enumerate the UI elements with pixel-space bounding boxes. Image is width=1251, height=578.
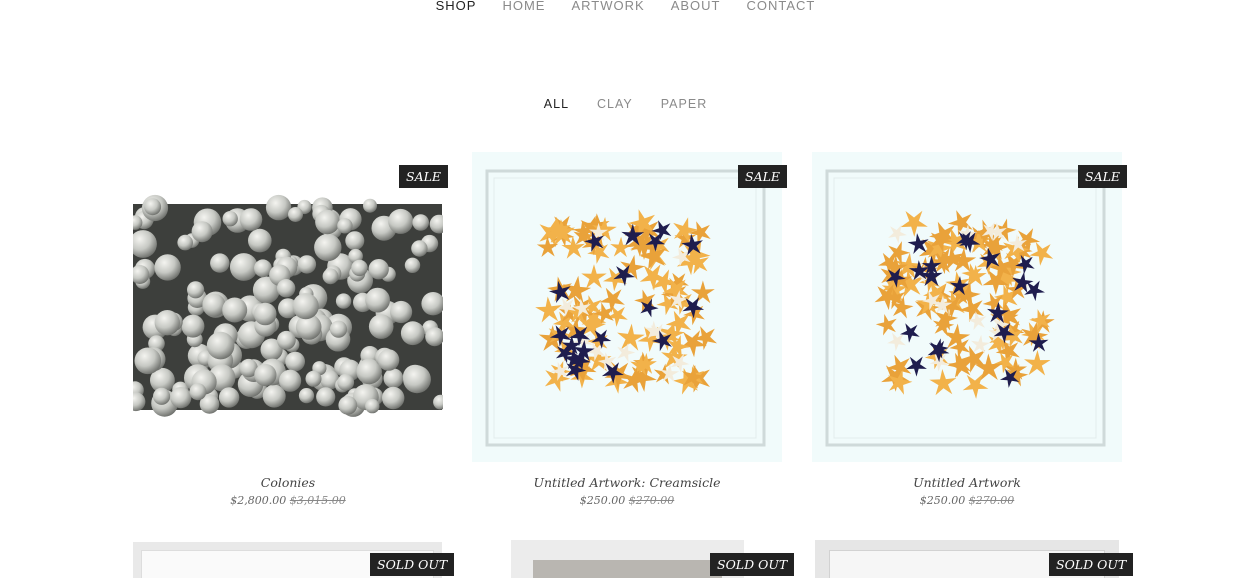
nav-home[interactable]: HOME (502, 0, 545, 15)
product-title[interactable]: Untitled Artwork (812, 475, 1122, 490)
current-price: $250.00 (919, 494, 966, 507)
product-price: $250.00 $270.00 (472, 494, 782, 507)
sale-badge: SALE (738, 165, 788, 188)
product-price: $250.00 $270.00 (812, 494, 1122, 507)
filter-all[interactable]: ALL (544, 97, 569, 111)
product-title[interactable]: Untitled Artwork: Creamsicle (472, 475, 782, 490)
original-price: $270.00 (968, 494, 1015, 507)
filter-paper[interactable]: PAPER (661, 97, 707, 111)
current-price: $250.00 (579, 494, 626, 507)
product-image-creamsicle[interactable] (472, 152, 782, 462)
product-title[interactable]: Colonies (133, 475, 443, 490)
current-price: $2,800.00 (230, 494, 287, 507)
nav-shop[interactable]: SHOP (436, 0, 477, 15)
product-price: $2,800.00 $3,015.00 (133, 494, 443, 507)
filter-clay[interactable]: CLAY (597, 97, 633, 111)
product-image-untitled[interactable] (812, 152, 1122, 462)
product-image-colonies[interactable] (133, 152, 443, 462)
nav-artwork[interactable]: ARTWORK (571, 0, 644, 15)
main-nav: SHOP HOME ARTWORK ABOUT CONTACT (0, 0, 1251, 16)
sale-badge: SALE (1078, 165, 1128, 188)
category-filters: ALL CLAY PAPER (0, 97, 1251, 111)
sold-out-badge: SOLD OUT (370, 553, 455, 576)
nav-about[interactable]: ABOUT (671, 0, 721, 15)
original-price: $270.00 (628, 494, 675, 507)
sold-out-badge: SOLD OUT (710, 553, 795, 576)
sold-out-badge: SOLD OUT (1049, 553, 1134, 576)
sale-badge: SALE (399, 165, 449, 188)
nav-contact[interactable]: CONTACT (746, 0, 815, 15)
original-price: $3,015.00 (289, 494, 346, 507)
